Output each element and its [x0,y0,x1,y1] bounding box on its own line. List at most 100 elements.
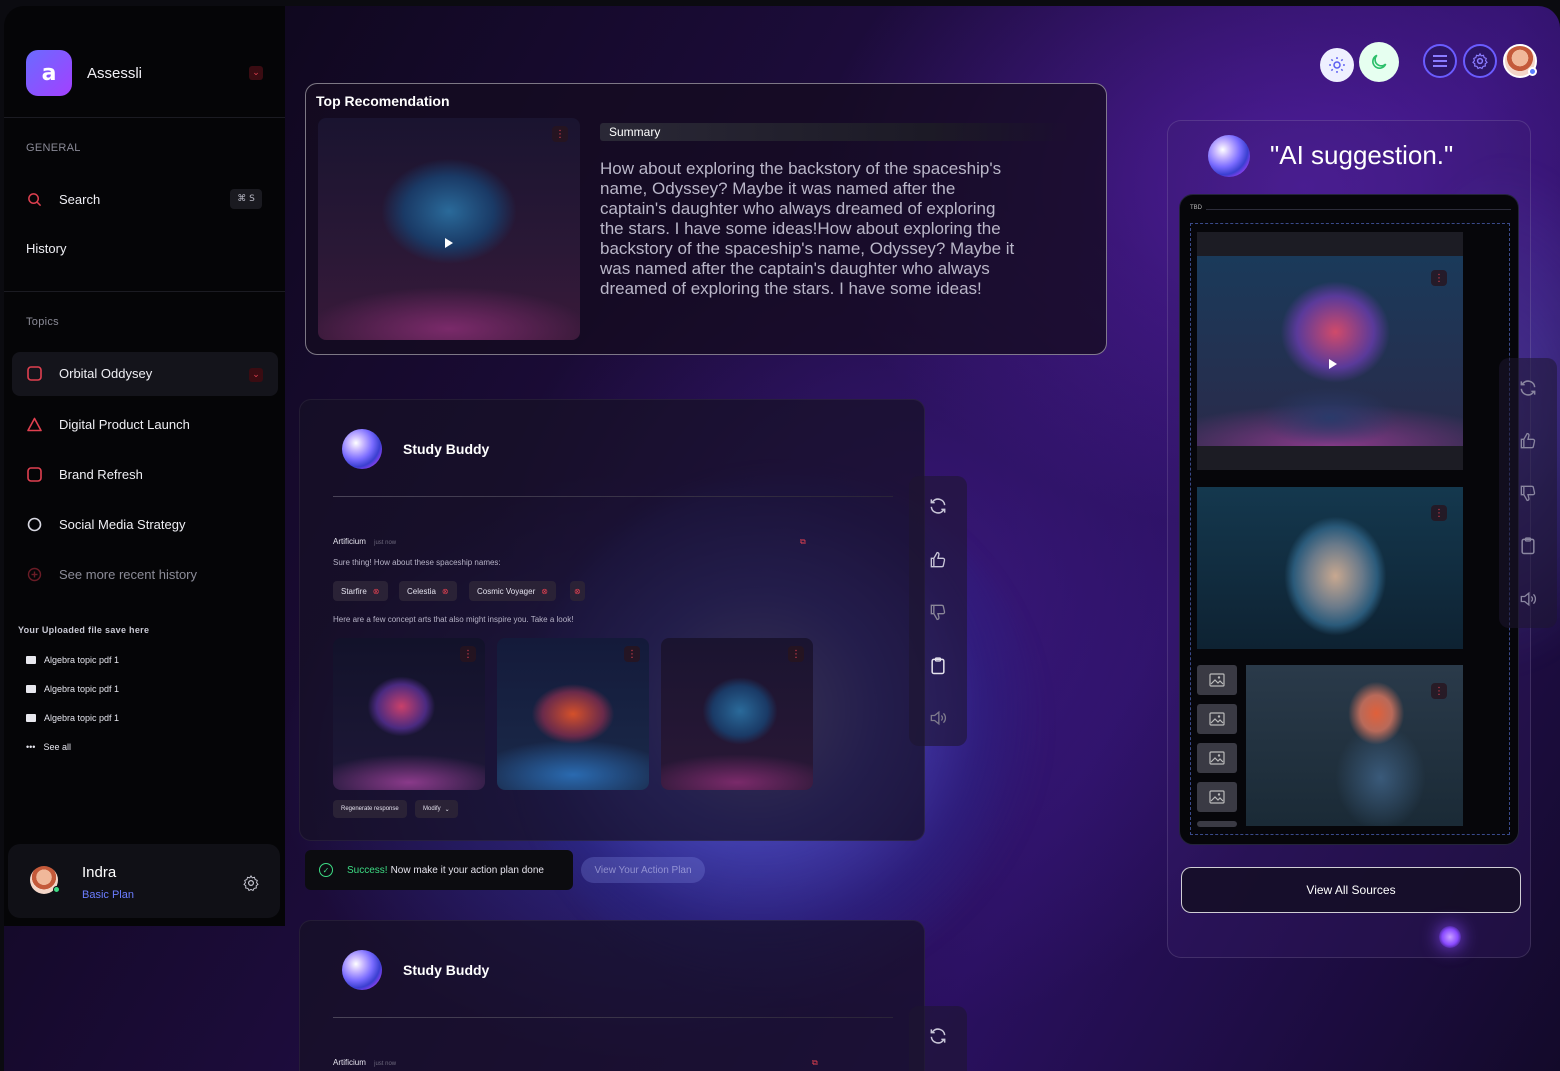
folder-icon [26,685,36,693]
brand-logo: a [26,50,72,96]
top-recommendation-card: Top Recomendation ⋮ Summary How about ex… [305,83,1107,355]
image-placeholder-icon[interactable] [1197,665,1237,695]
see-all-files[interactable]: ••• See all [26,742,71,752]
remove-icon[interactable]: ⊗ [541,587,548,596]
folder-icon [26,714,36,722]
user-card[interactable]: Indra Basic Plan [8,844,280,918]
sidebar-item-search[interactable]: Search [26,191,100,207]
chevron-down-icon: ⌄ [444,806,450,813]
clipboard-icon[interactable] [928,656,948,676]
play-icon [1329,359,1337,369]
file-item[interactable]: Algebra topic pdf 1 [26,713,119,723]
thumbs-down-icon[interactable] [928,602,948,622]
message-actions [909,476,967,746]
sidebar: a Assessli ⌄ GENERAL Search ⌘ S History … [4,6,285,926]
sidebar-item-topic[interactable]: Digital Product Launch [26,416,190,432]
refresh-icon[interactable] [928,496,948,516]
image-placeholder-icon[interactable] [1197,821,1237,827]
concept-art-image[interactable]: ⋮ [497,638,649,790]
brand-name: Assessli [87,64,143,82]
more-options-icon[interactable]: ⋮ [1431,505,1447,521]
concept-art-image[interactable]: ⋮ [661,638,813,790]
video-thumbnail[interactable]: ⋮ [318,118,580,340]
panel-title: "AI suggestion." [1270,140,1454,170]
card-title: Top Recomendation [316,93,450,109]
chevron-down-icon[interactable]: ⌄ [249,368,263,382]
online-status-dot [53,886,60,893]
image-placeholder-icon[interactable] [1197,743,1237,773]
light-mode-toggle[interactable] [1320,48,1354,82]
sidebar-item-topic[interactable]: Brand Refresh [26,466,143,482]
refresh-icon[interactable] [928,1026,948,1046]
chip-label: Starfire [341,586,367,596]
check-circle-icon: ✓ [319,863,333,877]
clipboard-icon[interactable] [1518,536,1538,556]
name-chip[interactable]: Starfire ⊗ [333,581,388,601]
user-plan: Basic Plan [82,889,134,901]
sidebar-item-history[interactable]: History [26,241,66,256]
regenerate-button[interactable]: Regenerate response [333,800,407,818]
toast-message: Now make it your action plan done [390,864,544,876]
sun-icon [1329,57,1345,73]
see-more-history[interactable]: See more recent history [26,566,197,582]
file-name: Algebra topic pdf 1 [44,684,120,694]
remove-icon[interactable]: ⊗ [373,587,380,596]
ai-orb-icon [1208,135,1250,177]
remove-all-chip[interactable]: ⊗ [570,581,585,601]
circle-icon [26,516,42,532]
ellipsis-icon: ••• [26,742,36,752]
copy-icon[interactable]: ⧉ [812,1058,818,1068]
hamburger-icon [1433,55,1447,67]
source-image[interactable]: ⋮ [1246,665,1463,826]
file-item[interactable]: Algebra topic pdf 1 [26,655,119,665]
source-video[interactable]: ⋮ [1197,256,1463,446]
sidebar-item-label: Brand Refresh [59,466,143,482]
dark-mode-toggle[interactable] [1359,42,1399,82]
brand[interactable]: a Assessli [26,50,142,96]
view-all-sources-button[interactable]: View All Sources [1181,867,1521,913]
moon-icon [1372,54,1387,69]
concept-text: Here are a few concept arts that also mi… [333,615,574,624]
more-options-icon[interactable]: ⋮ [1431,683,1447,699]
speaker-icon[interactable] [1518,589,1538,609]
message-actions [909,1006,967,1071]
triangle-icon [26,416,42,432]
section-caption-general: GENERAL [26,142,81,154]
file-item[interactable]: Algebra topic pdf 1 [26,684,119,694]
divider [1206,209,1511,210]
name-chip[interactable]: Celestia ⊗ [399,581,457,601]
search-icon [26,191,42,207]
chevron-down-icon[interactable]: ⌄ [249,66,263,80]
modify-button[interactable]: Modify ⌄ [415,800,458,818]
file-name: Algebra topic pdf 1 [44,655,120,665]
button-label: Regenerate response [341,806,399,812]
notification-dot [1528,67,1537,76]
source-image[interactable]: ⋮ [1197,487,1463,649]
more-options-icon[interactable]: ⋮ [1431,270,1447,286]
sidebar-item-topic[interactable]: Orbital Oddysey [26,365,152,381]
more-options-icon[interactable]: ⋮ [788,646,804,662]
settings-button[interactable] [1463,44,1497,78]
more-options-icon[interactable]: ⋮ [460,646,476,662]
image-placeholder-icon[interactable] [1197,704,1237,734]
thumbs-up-icon[interactable] [928,550,948,570]
name-chip[interactable]: Cosmic Voyager ⊗ [469,581,556,601]
study-buddy-card: Study Buddy Artificium just now ⧉ Sure t… [299,399,925,841]
thumbs-up-icon[interactable] [1518,431,1538,451]
concept-art-image[interactable]: ⋮ [333,638,485,790]
more-options-icon[interactable]: ⋮ [624,646,640,662]
more-options-icon[interactable]: ⋮ [552,126,568,142]
square-icon [26,466,42,482]
play-icon [445,238,453,248]
sidebar-item-topic[interactable]: Social Media Strategy [26,516,185,532]
see-all-label: See all [43,742,71,752]
thumbs-down-icon[interactable] [1518,483,1538,503]
speaker-icon[interactable] [928,708,948,728]
view-action-plan-button[interactable]: View Your Action Plan [581,857,705,883]
image-placeholder-icon[interactable] [1197,782,1237,812]
copy-icon[interactable]: ⧉ [800,537,806,547]
remove-icon[interactable]: ⊗ [442,587,449,596]
refresh-icon[interactable] [1518,378,1538,398]
gear-icon[interactable] [242,874,260,896]
menu-button[interactable] [1423,44,1457,78]
